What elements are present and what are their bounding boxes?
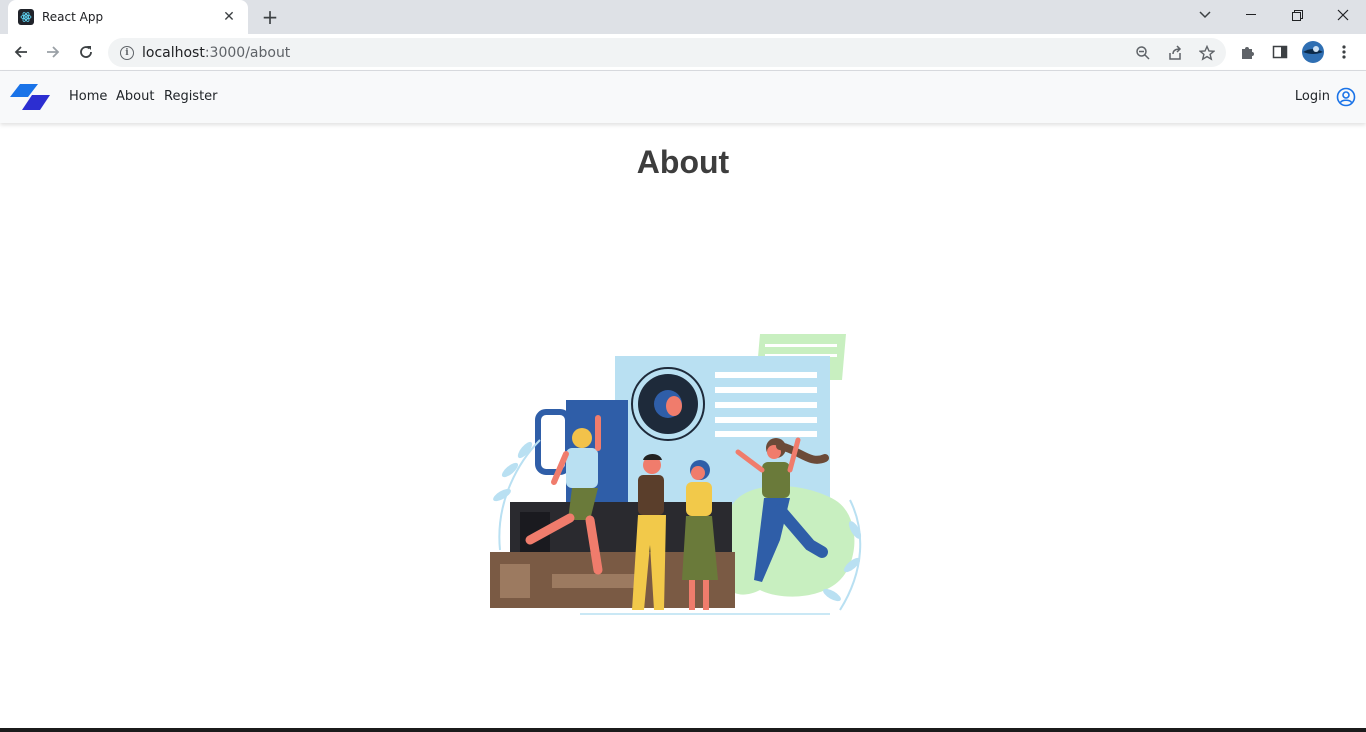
back-button[interactable]: [7, 38, 35, 66]
minimize-button[interactable]: [1228, 0, 1274, 30]
login-link[interactable]: Login: [1295, 89, 1330, 104]
new-tab-button[interactable]: +: [258, 5, 282, 29]
profile-avatar[interactable]: [1301, 40, 1325, 64]
nav-link-about[interactable]: About: [116, 89, 154, 104]
browser-tab[interactable]: React App ✕: [8, 0, 248, 34]
bookmark-star-icon[interactable]: [1198, 44, 1216, 62]
share-icon[interactable]: [1166, 44, 1184, 62]
user-circle-icon[interactable]: [1336, 87, 1356, 107]
restore-button[interactable]: [1274, 0, 1320, 30]
app-navbar: Home About Register Login: [0, 71, 1366, 123]
url-path: :3000/about: [204, 44, 291, 61]
tab-search-chevron-icon[interactable]: [1182, 0, 1228, 30]
nav-link-home[interactable]: Home: [69, 89, 107, 104]
nav-link-register[interactable]: Register: [164, 89, 218, 104]
chrome-menu-icon[interactable]: [1334, 42, 1354, 62]
forward-button[interactable]: [39, 38, 67, 66]
address-bar[interactable]: i localhost:3000/about: [108, 38, 1226, 67]
reload-button[interactable]: [72, 38, 100, 66]
react-favicon-icon: [18, 9, 34, 25]
extensions-puzzle-icon[interactable]: [1238, 42, 1258, 62]
tab-close-icon[interactable]: ✕: [220, 8, 238, 26]
brand-logo-icon[interactable]: [10, 83, 50, 111]
tab-title: React App: [42, 10, 104, 24]
url-host: localhost: [142, 44, 205, 61]
zoom-icon[interactable]: [1134, 44, 1152, 62]
taskbar-edge: [0, 728, 1366, 732]
page-title: About: [636, 144, 730, 180]
site-info-icon[interactable]: i: [120, 45, 134, 60]
browser-tab-strip: React App ✕ +: [0, 0, 1366, 34]
close-window-button[interactable]: [1320, 0, 1366, 30]
browser-toolbar: i localhost:3000/about: [0, 34, 1366, 71]
team-celebration-illustration: [490, 334, 862, 615]
side-panel-icon[interactable]: [1270, 42, 1290, 62]
